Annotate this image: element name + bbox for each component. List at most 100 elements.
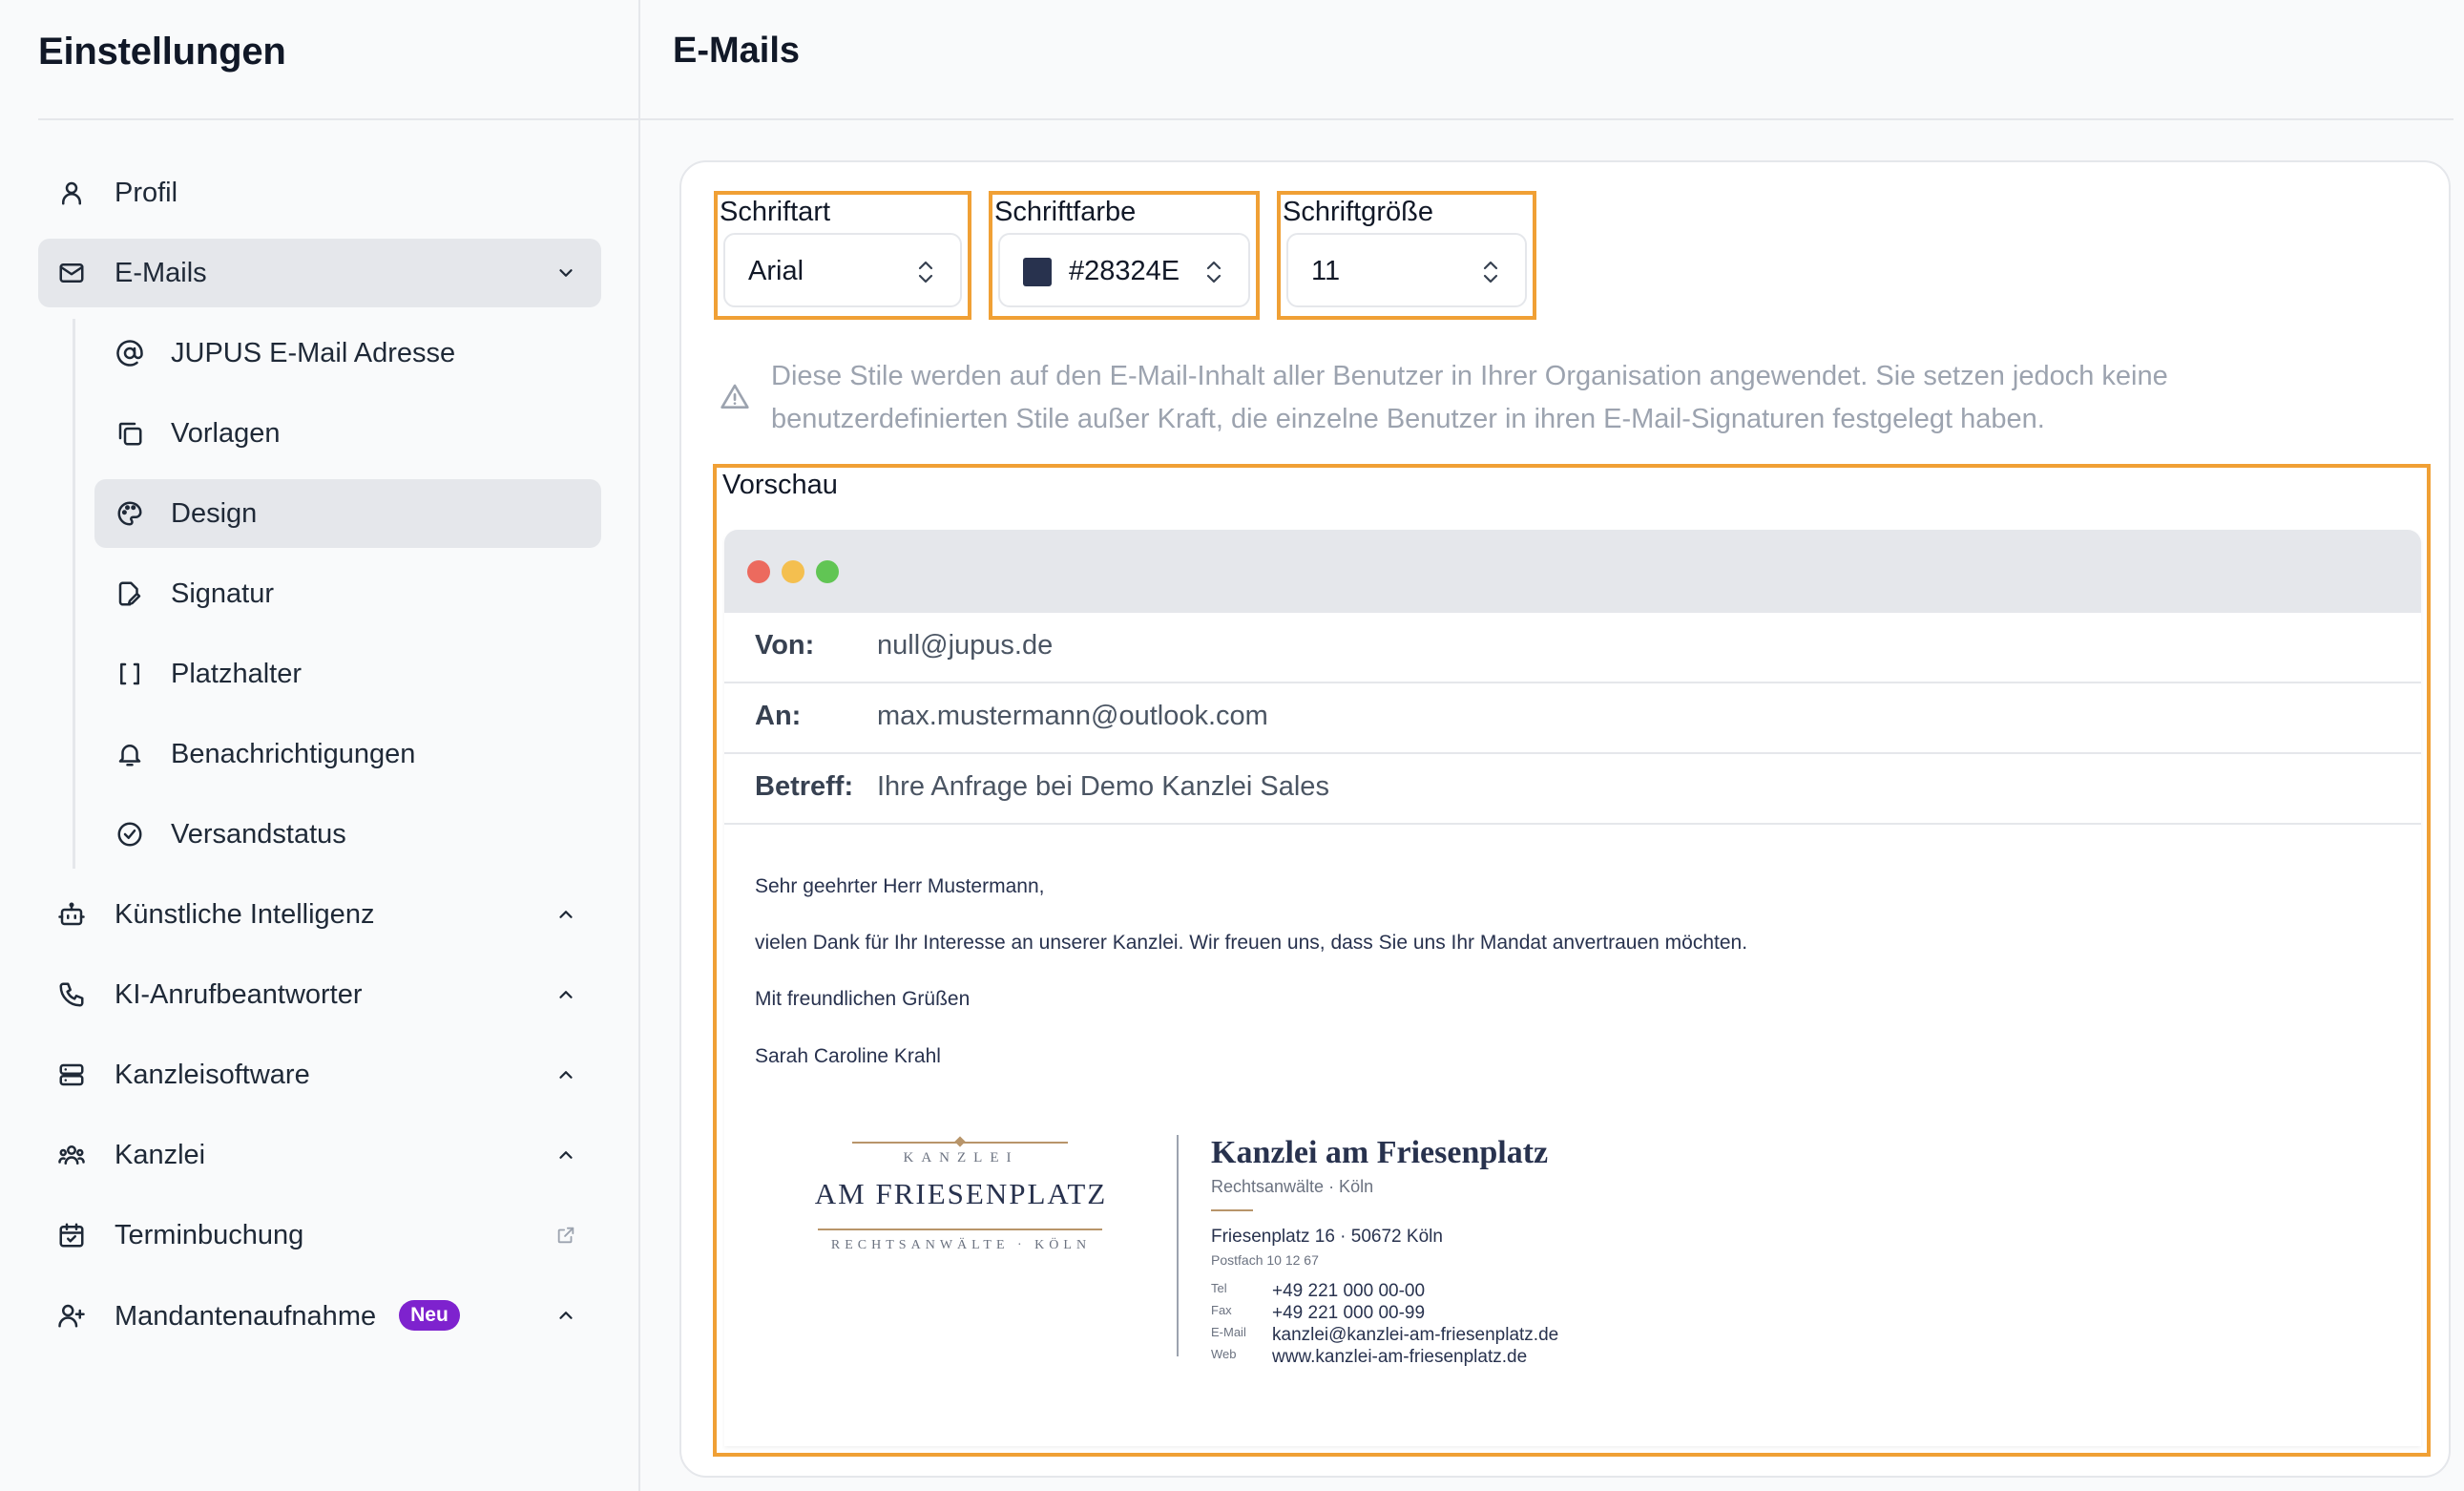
window-maximize-dot	[816, 560, 839, 583]
chevron-up-icon	[555, 984, 576, 1005]
sidebar-item-label: Versandstatus	[171, 819, 346, 850]
sidebar-item-profil[interactable]: Profil	[38, 158, 601, 227]
font-label: Schriftart	[720, 197, 831, 227]
sidebar-item-kuenstliche-intelligenz[interactable]: Künstliche Intelligenz	[38, 880, 601, 949]
chevron-up-icon	[555, 904, 576, 925]
size-select[interactable]: 11	[1286, 233, 1527, 307]
copy-icon	[115, 419, 144, 448]
sidebar-item-label: Design	[171, 498, 258, 529]
chevron-down-icon	[555, 262, 576, 284]
sidebar-nav: Profil E-Mails JUPUS E-Mail Adresse Vorl…	[38, 158, 601, 1361]
bell-icon	[115, 740, 144, 768]
file-pen-icon	[115, 579, 144, 608]
sidebar-item-label: Benachrichtigungen	[171, 739, 416, 769]
bot-icon	[57, 900, 86, 929]
preview-section: Vorschau Von: null@jupus.de An: max.must…	[713, 464, 2431, 1457]
to-value: max.mustermann@outlook.com	[877, 701, 1268, 731]
preview-label: Vorschau	[722, 470, 838, 500]
sidebar-item-signatur[interactable]: Signatur	[94, 559, 601, 628]
signature-po-box: Postfach 10 12 67	[1211, 1252, 1319, 1268]
sidebar-item-platzhalter[interactable]: Platzhalter	[94, 640, 601, 708]
logo-top-text: KANZLEI	[903, 1150, 1019, 1166]
mail-icon	[57, 259, 86, 287]
sidebar-item-mandantenaufnahme[interactable]: Mandantenaufnahme Neu	[38, 1281, 601, 1350]
page-title: E-Mails	[673, 31, 801, 71]
sidebar-item-label: JUPUS E-Mail Adresse	[171, 338, 456, 368]
sidebar-item-versandstatus[interactable]: Versandstatus	[94, 800, 601, 869]
contact-key: Fax	[1211, 1303, 1232, 1317]
mail-titlebar	[724, 530, 2421, 613]
sidebar-item-label: Profil	[115, 178, 178, 208]
window-close-dot	[747, 560, 770, 583]
logo-rule-bottom	[818, 1228, 1102, 1230]
from-value: null@jupus.de	[877, 630, 1054, 661]
font-select[interactable]: Arial	[723, 233, 962, 307]
contact-value: kanzlei@kanzlei-am-friesenplatz.de	[1272, 1325, 1559, 1345]
font-field: Schriftart Arial	[714, 191, 971, 320]
sidebar-item-label: Vorlagen	[171, 418, 281, 449]
updown-chevron-icon	[918, 261, 933, 284]
sidebar-item-label: E-Mails	[115, 258, 207, 288]
sidebar: Einstellungen Profil E-Mails JUPUS E-Mai…	[0, 0, 640, 1491]
mail-preview-window: Von: null@jupus.de An: max.mustermann@ou…	[724, 530, 2421, 1446]
to-key: An:	[755, 701, 802, 731]
chevron-up-icon	[555, 1305, 576, 1326]
phone-icon	[57, 980, 86, 1009]
color-select[interactable]: #28324E	[998, 233, 1250, 307]
calendar-check-icon	[57, 1221, 86, 1250]
brackets-icon	[115, 660, 144, 688]
sidebar-item-emails[interactable]: E-Mails	[38, 239, 601, 307]
signature-divider	[1177, 1135, 1179, 1356]
mail-body-greeting: Sehr geehrter Herr Mustermann,	[755, 875, 1045, 897]
sidebar-title: Einstellungen	[38, 31, 286, 73]
warning-icon	[720, 384, 749, 409]
sidebar-item-label: Platzhalter	[171, 659, 303, 689]
chevron-up-icon	[555, 1064, 576, 1085]
sidebar-item-vorlagen[interactable]: Vorlagen	[94, 399, 601, 468]
users-icon	[57, 1141, 86, 1169]
sidebar-item-label: Kanzlei	[115, 1140, 206, 1170]
user-icon	[57, 178, 86, 207]
palette-icon	[115, 499, 144, 528]
contact-key: E-Mail	[1211, 1325, 1246, 1339]
chevron-up-icon	[555, 1144, 576, 1166]
sidebar-item-design[interactable]: Design	[94, 479, 601, 548]
mail-body-sender: Sarah Caroline Krahl	[755, 1045, 941, 1067]
size-field: Schriftgröße 11	[1277, 191, 1536, 320]
contact-value: www.kanzlei-am-friesenplatz.de	[1272, 1347, 1528, 1367]
sidebar-item-ki-anrufbeantworter[interactable]: KI-Anrufbeantworter	[38, 960, 601, 1029]
sidebar-item-terminbuchung[interactable]: Terminbuchung	[38, 1201, 601, 1270]
at-sign-icon	[115, 339, 144, 368]
sidebar-item-label-text: Mandantenaufnahme	[115, 1301, 377, 1332]
sidebar-item-label: Signatur	[171, 578, 275, 609]
updown-chevron-icon	[1483, 261, 1498, 284]
size-value: 11	[1311, 256, 1341, 286]
window-minimize-dot	[782, 560, 804, 583]
sidebar-item-jupus-email[interactable]: JUPUS E-Mail Adresse	[94, 319, 601, 388]
color-field: Schriftfarbe #28324E	[989, 191, 1260, 320]
sidebar-item-kanzleisoftware[interactable]: Kanzleisoftware	[38, 1040, 601, 1109]
logo-bottom-text: RECHTSANWÄLTE · KÖLN	[830, 1238, 1092, 1252]
color-swatch	[1023, 258, 1052, 286]
notice-text: Diese Stile werden auf den E-Mail-Inhalt…	[771, 361, 2168, 434]
signature-logo: KANZLEI AM FRIESENPLATZ RECHTSANWÄLTE · …	[801, 1136, 1121, 1274]
signature-subtitle: Rechtsanwälte · Köln	[1211, 1177, 1374, 1196]
logo-main-text: AM FRIESENPLATZ	[814, 1177, 1108, 1210]
mail-to-row: An: max.mustermann@outlook.com	[724, 683, 2421, 754]
email-subnav: JUPUS E-Mail Adresse Vorlagen Design Sig…	[73, 319, 601, 869]
sidebar-item-label: Künstliche Intelligenz	[115, 899, 375, 930]
mail-body-closing: Mit freundlichen Grüßen	[755, 988, 971, 1010]
main-divider	[640, 118, 2454, 120]
external-link-icon	[555, 1225, 576, 1246]
sidebar-item-benachrichtigungen[interactable]: Benachrichtigungen	[94, 720, 601, 788]
mail-body-text: vielen Dank für Ihr Interesse an unserer…	[755, 932, 1748, 954]
subject-key: Betreff:	[755, 771, 854, 802]
mail-subject-row: Betreff: Ihre Anfrage bei Demo Kanzlei S…	[724, 754, 2421, 825]
color-label: Schriftfarbe	[994, 197, 1137, 227]
contact-value: +49 221 000 00-99	[1272, 1303, 1426, 1323]
sidebar-item-kanzlei[interactable]: Kanzlei	[38, 1121, 601, 1189]
signature-address: Friesenplatz 16 · 50672 Köln	[1211, 1227, 1443, 1247]
sidebar-item-label: KI-Anrufbeantworter	[115, 979, 363, 1010]
logo-diamond	[954, 1136, 966, 1147]
font-value: Arial	[748, 256, 804, 286]
